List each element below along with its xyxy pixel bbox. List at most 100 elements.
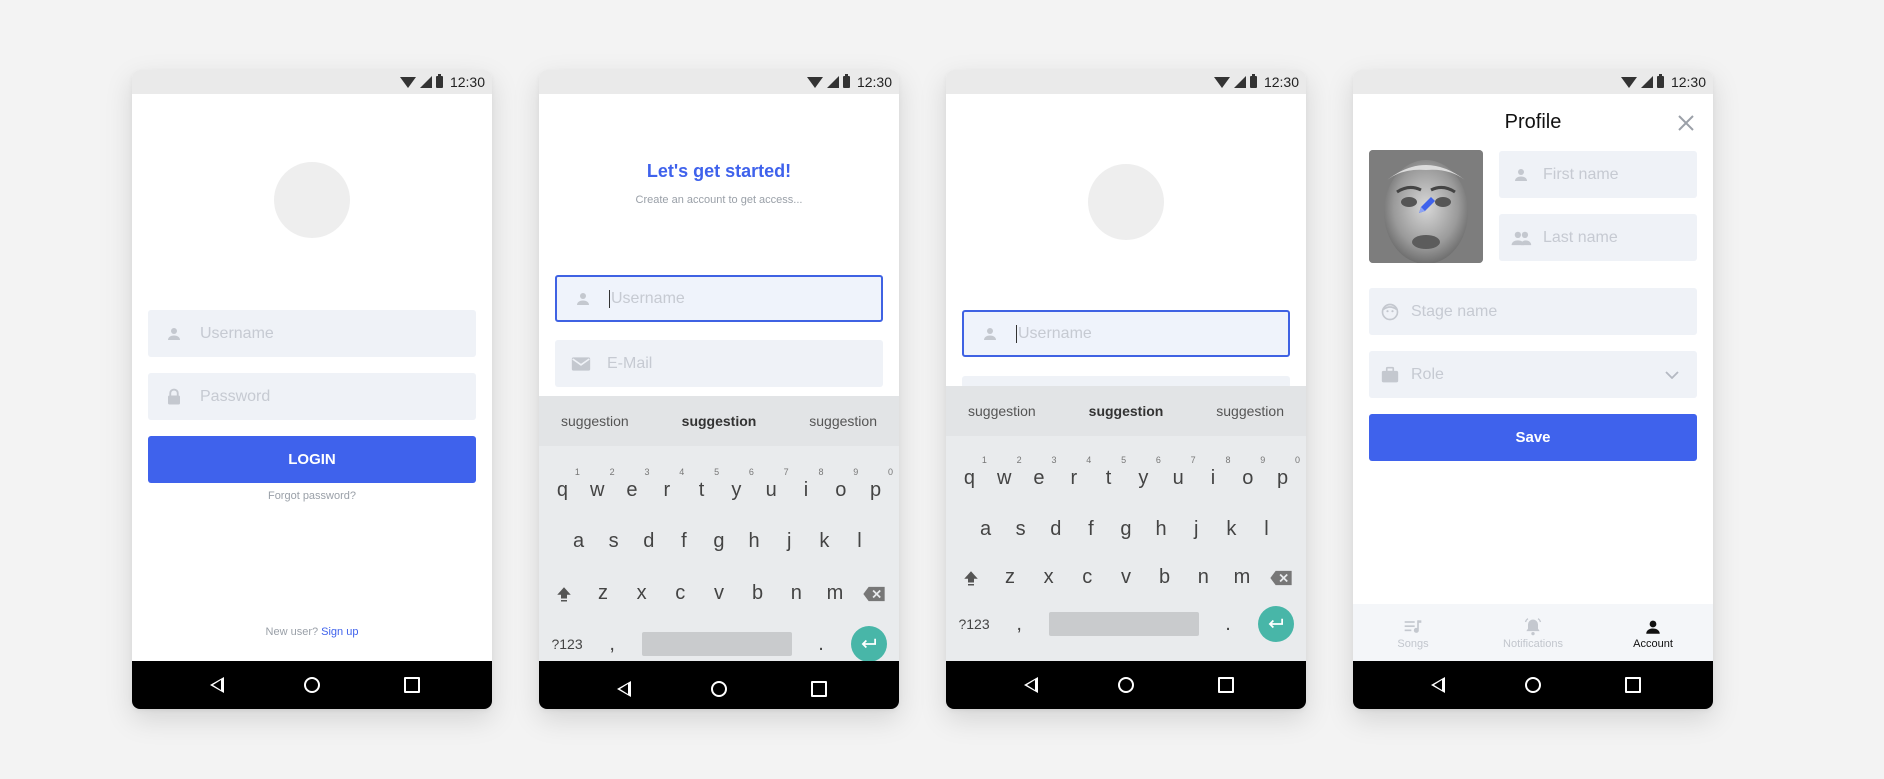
key-m[interactable]: m [818, 582, 851, 605]
key-k[interactable]: k [808, 530, 841, 553]
back-icon[interactable] [1431, 677, 1445, 693]
key-a[interactable]: a [562, 530, 595, 553]
recents-icon[interactable] [404, 677, 420, 693]
tab-notifications[interactable]: Notifications [1473, 604, 1593, 661]
key-v[interactable]: v [702, 582, 735, 605]
key-s[interactable]: s [1004, 518, 1037, 541]
enter-key[interactable] [1257, 606, 1294, 642]
key-j[interactable]: j [1180, 518, 1213, 541]
key-a[interactable]: a [969, 518, 1002, 541]
profile-photo[interactable] [1369, 150, 1483, 263]
key-n[interactable]: n [1187, 566, 1220, 589]
forgot-password-link[interactable]: Forgot password? [132, 490, 492, 502]
home-icon[interactable] [711, 681, 727, 697]
back-icon[interactable] [1024, 677, 1038, 693]
suggestion-left[interactable]: suggestion [968, 403, 1036, 419]
key-q[interactable]: q1 [953, 455, 987, 490]
suggestion-left[interactable]: suggestion [561, 413, 629, 429]
key-e[interactable]: e3 [1022, 455, 1056, 490]
key-y[interactable]: y6 [1127, 455, 1161, 490]
login-button[interactable]: LOGIN [148, 436, 476, 483]
key-z[interactable]: z [586, 582, 619, 605]
recents-icon[interactable] [1218, 677, 1234, 693]
recents-icon[interactable] [811, 681, 827, 697]
comma-key[interactable]: , [596, 633, 629, 656]
recents-icon[interactable] [1625, 677, 1641, 693]
key-t[interactable]: t5 [685, 467, 719, 502]
suggestion-right[interactable]: suggestion [809, 413, 877, 429]
key-c[interactable]: c [664, 582, 697, 605]
key-t[interactable]: t5 [1092, 455, 1126, 490]
key-i[interactable]: i8 [1196, 455, 1231, 490]
key-l[interactable]: l [843, 530, 876, 553]
enter-key[interactable] [850, 626, 887, 662]
key-r[interactable]: r4 [650, 467, 684, 502]
key-x[interactable]: x [1032, 566, 1065, 589]
key-i[interactable]: i8 [789, 467, 824, 502]
key-f[interactable]: f [667, 530, 700, 553]
suggestion-right[interactable]: suggestion [1216, 403, 1284, 419]
symbols-key[interactable]: ?123 [958, 616, 989, 632]
key-z[interactable]: z [993, 566, 1026, 589]
key-u[interactable]: u7 [755, 467, 789, 502]
key-x[interactable]: x [625, 582, 658, 605]
key-b[interactable]: b [741, 582, 774, 605]
key-p[interactable]: p0 [1266, 455, 1300, 490]
key-m[interactable]: m [1225, 566, 1258, 589]
home-icon[interactable] [1118, 677, 1134, 693]
key-v[interactable]: v [1109, 566, 1142, 589]
symbols-key[interactable]: ?123 [551, 636, 582, 652]
key-o[interactable]: o9 [1231, 455, 1265, 490]
role-select[interactable]: Role [1369, 351, 1697, 398]
key-u[interactable]: u7 [1162, 455, 1196, 490]
tab-account[interactable]: Account [1593, 604, 1713, 661]
key-o[interactable]: o9 [824, 467, 858, 502]
period-key[interactable]: . [805, 633, 838, 656]
home-icon[interactable] [304, 677, 320, 693]
save-button[interactable]: Save [1369, 414, 1697, 461]
key-w[interactable]: w2 [581, 467, 615, 502]
key-s[interactable]: s [597, 530, 630, 553]
backspace-key[interactable] [857, 582, 890, 605]
key-r[interactable]: r4 [1057, 455, 1091, 490]
signup-link[interactable]: Sign up [321, 626, 358, 638]
comma-key[interactable]: , [1003, 613, 1036, 636]
key-f[interactable]: f [1074, 518, 1107, 541]
shift-key[interactable] [548, 582, 581, 605]
key-n[interactable]: n [780, 582, 813, 605]
username-field[interactable]: Username [555, 275, 883, 322]
stage-name-field[interactable]: Stage name [1369, 288, 1697, 335]
first-name-field[interactable]: First name [1499, 151, 1697, 198]
key-e[interactable]: e3 [615, 467, 649, 502]
tab-songs[interactable]: Songs [1353, 604, 1473, 661]
key-j[interactable]: j [773, 530, 806, 553]
home-icon[interactable] [1525, 677, 1541, 693]
key-l[interactable]: l [1250, 518, 1283, 541]
shift-key[interactable] [955, 566, 988, 589]
username-field[interactable]: Username [962, 310, 1290, 357]
key-q[interactable]: q1 [546, 467, 580, 502]
key-h[interactable]: h [738, 530, 771, 553]
space-key[interactable] [641, 632, 792, 656]
key-p[interactable]: p0 [859, 467, 893, 502]
edit-pencil-icon[interactable] [1415, 195, 1437, 222]
key-d[interactable]: d [632, 530, 665, 553]
close-icon[interactable] [1677, 114, 1695, 137]
key-g[interactable]: g [1109, 518, 1142, 541]
suggestion-middle[interactable]: suggestion [1089, 403, 1164, 419]
email-field[interactable]: E-Mail [555, 340, 883, 387]
space-key[interactable] [1048, 612, 1199, 636]
period-key[interactable]: . [1212, 613, 1245, 636]
key-w[interactable]: w2 [988, 455, 1022, 490]
key-g[interactable]: g [702, 530, 735, 553]
key-y[interactable]: y6 [720, 467, 754, 502]
last-name-field[interactable]: Last name [1499, 214, 1697, 261]
back-icon[interactable] [617, 681, 631, 697]
suggestion-middle[interactable]: suggestion [682, 413, 757, 429]
key-h[interactable]: h [1145, 518, 1178, 541]
key-k[interactable]: k [1215, 518, 1248, 541]
username-field[interactable]: Username [148, 310, 476, 357]
key-b[interactable]: b [1148, 566, 1181, 589]
password-field[interactable]: Password [148, 373, 476, 420]
key-c[interactable]: c [1071, 566, 1104, 589]
